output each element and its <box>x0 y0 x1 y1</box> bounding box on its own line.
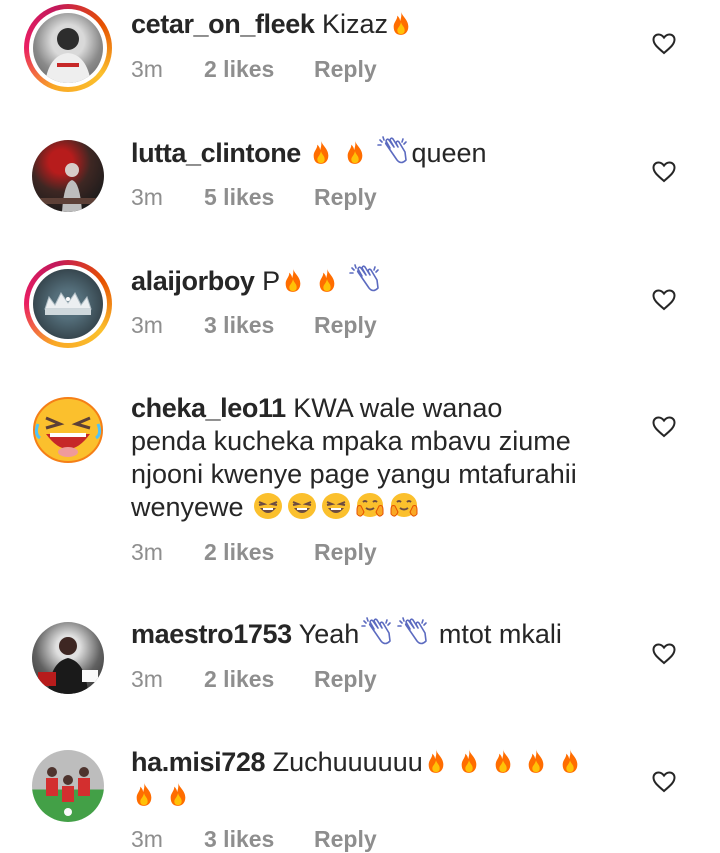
fire-emoji-icon <box>425 747 447 775</box>
comment-text: cheka_leo11 KWA wale wanao penda kucheka… <box>131 392 621 524</box>
comment-time: 3m <box>131 184 163 210</box>
avatar <box>33 269 103 339</box>
avatar-story-ring[interactable] <box>24 260 112 348</box>
comment-body-line: KWA wale wanao <box>293 393 503 423</box>
comment-time: 3m <box>131 666 163 692</box>
comment-likes[interactable]: 3 likes <box>204 312 314 339</box>
avatar <box>33 13 103 83</box>
fire-emoji-icon <box>310 138 332 166</box>
reply-button[interactable]: Reply <box>314 312 377 339</box>
comment-body-line: wenyewe <box>131 492 244 522</box>
reply-button[interactable]: Reply <box>314 184 377 211</box>
heart-outline-icon[interactable] <box>652 771 676 793</box>
comment-time: 3m <box>131 312 163 338</box>
comment-body: P <box>262 266 281 296</box>
fire-emoji-icon <box>492 747 514 775</box>
avatar[interactable] <box>32 140 104 212</box>
heart-outline-icon[interactable] <box>652 33 676 55</box>
comment-time: 3m <box>131 826 163 852</box>
comment-likes[interactable]: 2 likes <box>204 666 314 693</box>
heart-outline-icon[interactable] <box>652 416 676 438</box>
comment-text: ha.misi728 Zuchuuuuuu <box>131 746 621 812</box>
comment-time: 3m <box>131 539 163 565</box>
fire-emoji-icon <box>133 780 155 808</box>
fire-emoji-icon <box>458 747 480 775</box>
comment-meta: 3m 2 likes Reply <box>131 56 377 83</box>
fire-emoji-icon <box>282 266 304 294</box>
comment-time: 3m <box>131 56 163 82</box>
fire-emoji-icon <box>344 138 366 166</box>
fire-emoji-icon <box>390 9 412 37</box>
comment-username[interactable]: alaijorboy <box>131 266 255 296</box>
comment-likes[interactable]: 2 likes <box>204 539 314 566</box>
clapping-hands-emoji-icon <box>349 264 381 294</box>
comment-likes[interactable]: 3 likes <box>204 826 314 853</box>
comment-text: cetar_on_fleek Kizaz <box>131 8 621 41</box>
comment-body-line: njooni kwenye page yangu mtafurahii <box>131 459 577 489</box>
fire-emoji-icon <box>167 780 189 808</box>
comment-username[interactable]: ha.misi728 <box>131 747 265 777</box>
comment-body: queen <box>411 138 487 168</box>
laughing-face-emoji-icon <box>321 492 351 520</box>
comment-username[interactable]: lutta_clintone <box>131 138 301 168</box>
reply-button[interactable]: Reply <box>314 56 377 83</box>
avatar[interactable] <box>32 394 104 466</box>
laughing-face-emoji-icon <box>253 492 283 520</box>
heart-outline-icon[interactable] <box>652 643 676 665</box>
clapping-hands-emoji-icon <box>397 617 429 647</box>
comment-body: Kizaz <box>322 9 389 39</box>
comment-body: Yeah <box>298 619 360 649</box>
comment-username[interactable]: maestro1753 <box>131 619 292 649</box>
heart-outline-icon[interactable] <box>652 161 676 183</box>
comment-username[interactable]: cheka_leo11 <box>131 393 286 423</box>
laughing-face-emoji-icon <box>287 492 317 520</box>
fire-emoji-icon <box>559 747 581 775</box>
comment-body: mtot mkali <box>438 619 562 649</box>
comment-meta: 3m 3 likes Reply <box>131 312 377 339</box>
comment-meta: 3m 5 likes Reply <box>131 184 377 211</box>
comment-meta: 3m 2 likes Reply <box>131 539 377 566</box>
comment-meta: 3m 2 likes Reply <box>131 666 377 693</box>
reply-button[interactable]: Reply <box>314 826 377 853</box>
avatar[interactable] <box>32 750 104 822</box>
comment-text: maestro1753 Yeah mtot mkali <box>131 617 621 651</box>
hugging-face-emoji-icon <box>355 492 385 520</box>
comment-body: Zuchuuuuuu <box>272 747 423 777</box>
heart-outline-icon[interactable] <box>652 289 676 311</box>
comment-text: alaijorboy P <box>131 264 621 298</box>
comment-likes[interactable]: 2 likes <box>204 56 314 83</box>
comment-meta: 3m 3 likes Reply <box>131 826 377 853</box>
hugging-face-emoji-icon <box>389 492 419 520</box>
avatar[interactable] <box>32 622 104 694</box>
clapping-hands-emoji-icon <box>361 617 393 647</box>
fire-emoji-icon <box>525 747 547 775</box>
reply-button[interactable]: Reply <box>314 666 377 693</box>
avatar-story-ring[interactable] <box>24 4 112 92</box>
fire-emoji-icon <box>316 266 338 294</box>
reply-button[interactable]: Reply <box>314 539 377 566</box>
comment-body-line: penda kucheka mpaka mbavu ziume <box>131 426 571 456</box>
comment-text: lutta_clintone queen <box>131 136 621 170</box>
comment-likes[interactable]: 5 likes <box>204 184 314 211</box>
clapping-hands-emoji-icon <box>377 136 409 166</box>
comment-username[interactable]: cetar_on_fleek <box>131 9 315 39</box>
